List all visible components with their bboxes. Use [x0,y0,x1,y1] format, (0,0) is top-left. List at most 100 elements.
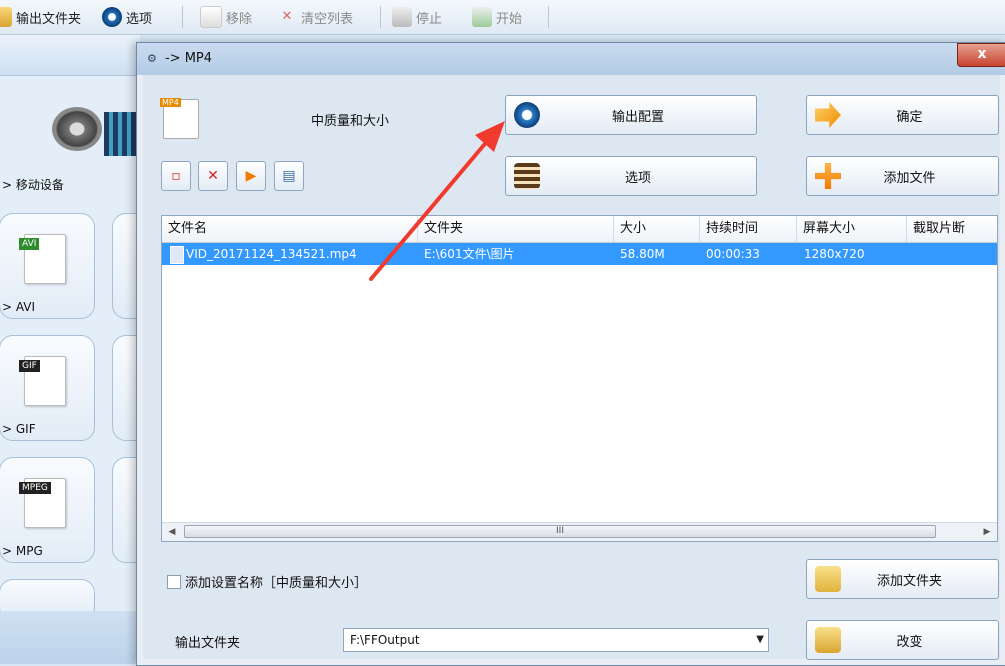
film-options-icon [514,163,540,189]
output-folder-label: 输出文件夹 [16,11,82,27]
mpg-file-icon: MPEG [19,478,66,528]
cell-folder: E:\601文件\图片 [424,247,515,261]
dialog-titlebar[interactable]: ⚙ -> MP4 x [137,43,1005,75]
main-toolbar: 输出文件夹 选项 移除 ✕ 清空列表 停止 开始 [0,0,1005,35]
mpg-label: > MPG [2,544,43,558]
toolbar-divider [548,6,549,28]
sidebar-header-band [0,35,140,76]
confirm-button[interactable]: 确定 [806,95,999,135]
confirm-arrow-icon [815,102,841,128]
output-folder-select[interactable]: F:\FFOutput ▼ [343,628,769,652]
start-label: 开始 [496,11,523,27]
output-config-label: 输出配置 [611,109,664,125]
stop-icon [392,7,412,27]
output-path-value: F:\FFOutput [350,633,420,647]
avi-file-icon: AVI [19,234,66,284]
options-label: 选项 [624,170,651,186]
toolbar-divider [380,6,381,28]
format-card-mpg[interactable]: MPEG > MPG [0,457,95,563]
mp4-tag: MP4 [160,98,181,107]
remove-icon [200,6,222,28]
info-window-icon: ▤ [282,168,296,184]
horizontal-scrollbar[interactable]: ◀ III ▶ [162,522,997,541]
format-card-gif[interactable]: GIF > GIF [0,335,95,441]
film-reel-icon [52,107,102,151]
scroll-left-arrow-icon[interactable]: ◀ [164,525,180,539]
col-screen-size[interactable]: 屏幕大小 [797,216,907,242]
cell-filename: VID_20171124_134521.mp4 [186,247,357,261]
confirm-label: 确定 [896,109,923,125]
config-gear-icon [514,102,540,128]
dropdown-arrow-icon[interactable]: ▼ [756,629,764,651]
col-filename[interactable]: 文件名 [162,216,418,242]
mp4-preset-icon: MP4 [160,98,199,139]
dialog-title: -> MP4 [165,51,213,66]
cell-size: 58.80M [620,247,665,261]
remove-item-button[interactable]: ▫ [161,161,191,191]
table-header: 文件名 文件夹 大小 持续时间 屏幕大小 截取片断 [162,216,997,243]
remove-button[interactable]: 移除 [200,0,252,34]
add-folder-button[interactable]: 添加文件夹 [806,559,999,599]
toolbar-options-button[interactable]: 选项 [102,0,152,34]
clear-list-label: 清空列表 [301,11,354,27]
cell-screen-size: 1280x720 [804,247,865,261]
dialog-body: MP4 中质量和大小 输出配置 确定 选项 添加文件 ▫ ✕ ▶ ▤ 文件名 文… [143,75,1000,660]
output-folder-label: 输出文件夹 [175,636,241,651]
toolbar-options-label: 选项 [126,11,153,27]
file-table: 文件名 文件夹 大小 持续时间 屏幕大小 截取片断 VID_20171124_1… [161,215,998,542]
mpg-tag: MPEG [19,482,51,494]
remove-item-icon: ▫ [171,168,181,184]
gif-tag: GIF [19,360,40,372]
preset-quality-label: 中质量和大小 [311,114,390,129]
format-card-avi[interactable]: AVI > AVI [0,213,95,319]
stop-label: 停止 [416,11,443,27]
cell-duration: 00:00:33 [706,247,760,261]
video-file-icon [170,246,184,264]
table-row[interactable]: VID_20171124_134521.mp4 E:\601文件\图片 58.8… [162,243,997,265]
play-icon: ▶ [245,168,257,184]
play-button[interactable]: ▶ [236,161,266,191]
start-button[interactable]: 开始 [472,0,522,34]
category-mobile-devices[interactable]: > 移动设备 [2,176,64,193]
add-preset-name-option[interactable]: 添加设置名称［中质量和大小］ [167,572,367,591]
add-folder-label: 添加文件夹 [876,573,942,589]
col-size[interactable]: 大小 [614,216,700,242]
gif-file-icon: GIF [19,356,66,406]
col-duration[interactable]: 持续时间 [700,216,797,242]
toolbar-divider [182,6,183,28]
output-config-button[interactable]: 输出配置 [505,95,757,135]
clear-x-icon: ✕ [281,9,293,24]
add-plus-icon [815,163,841,189]
add-file-button[interactable]: 添加文件 [806,156,999,196]
scroll-right-arrow-icon[interactable]: ▶ [979,525,995,539]
stop-button[interactable]: 停止 [392,0,442,34]
change-folder-icon [815,627,841,653]
avi-tag: AVI [19,238,40,250]
remove-label: 移除 [226,11,253,27]
change-label: 改变 [896,634,923,650]
delete-x-icon: ✕ [207,168,219,184]
mp4-settings-dialog: ⚙ -> MP4 x MP4 中质量和大小 输出配置 确定 选项 添加文件 ▫ … [136,42,1005,666]
add-file-label: 添加文件 [883,170,936,186]
col-clip[interactable]: 截取片断 [907,216,997,242]
options-gear-icon [102,7,122,27]
sidebar-footer [0,611,140,664]
gif-label: > GIF [2,422,36,436]
add-folder-icon [815,566,841,592]
scroll-thumb[interactable]: III [184,525,936,538]
col-folder[interactable]: 文件夹 [418,216,614,242]
delete-item-button[interactable]: ✕ [198,161,228,191]
media-info-button[interactable]: ▤ [274,161,304,191]
folder-icon [0,7,12,27]
start-icon [472,7,492,27]
clear-list-button[interactable]: ✕ 清空列表 [277,0,353,34]
dialog-app-icon: ⚙ [147,52,157,65]
add-preset-name-label: 添加设置名称［中质量和大小］ [185,576,368,591]
avi-label: > AVI [2,300,36,314]
add-preset-name-checkbox[interactable] [167,574,181,589]
film-strip-icon [104,112,136,156]
change-button[interactable]: 改变 [806,620,999,660]
output-folder-button[interactable]: 输出文件夹 [0,0,81,34]
options-button[interactable]: 选项 [505,156,757,196]
close-button[interactable]: x [957,43,1005,67]
